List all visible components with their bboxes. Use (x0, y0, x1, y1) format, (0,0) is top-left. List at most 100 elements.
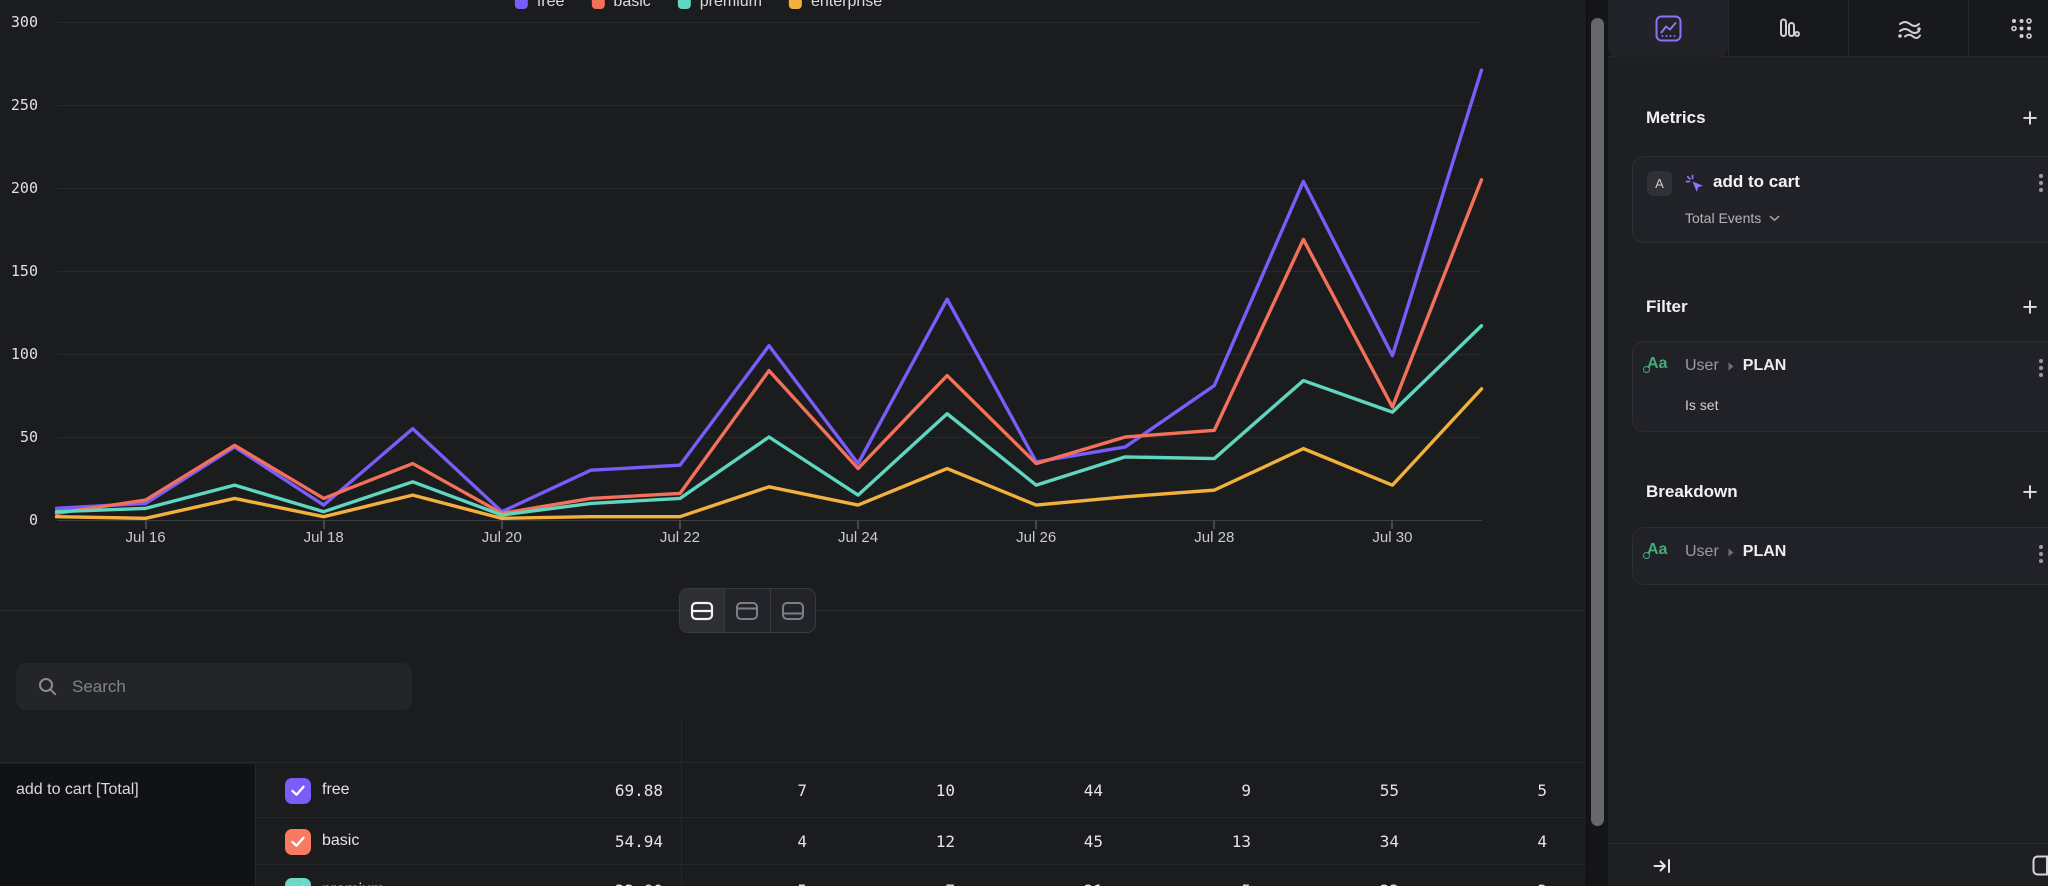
property-name: PLAN (1743, 543, 1787, 561)
gridline (57, 520, 1482, 521)
dots-grid-icon (2008, 15, 2035, 42)
layout-split-button[interactable] (680, 589, 724, 632)
cell-value: 5 (1141, 881, 1251, 886)
filter-card[interactable]: Aa User PLAN Is set (1632, 341, 2048, 432)
legend-item-premium[interactable]: premium (678, 0, 762, 11)
layout-chart-button[interactable] (724, 589, 769, 632)
search-box (16, 663, 412, 710)
legend-swatch (789, 0, 802, 9)
legend-item-free[interactable]: free (515, 0, 565, 11)
tab-stacked-chart[interactable] (1848, 0, 1968, 57)
x-axis-label: Jul 22 (640, 529, 720, 546)
y-axis-label: 0 (0, 511, 38, 529)
gridline (57, 437, 1482, 438)
cell-value: 34 (1289, 832, 1399, 851)
y-axis-label: 100 (0, 345, 38, 363)
table-header-row: Event 1 PLAN 4 Average Jul 15Jul 16Jul 1… (0, 714, 1586, 763)
x-axis-label: Jul 18 (284, 529, 364, 546)
x-axis-label: Jul 20 (462, 529, 542, 546)
breakdown-property[interactable]: User PLAN (1685, 543, 1786, 561)
event-row-cell[interactable]: add to cart [Total] (0, 764, 256, 886)
x-axis-tick (145, 520, 147, 529)
bar-chart-icon (1775, 15, 1802, 42)
panel-right-icon[interactable] (2032, 855, 2048, 876)
tab-line-chart[interactable] (1608, 0, 1728, 57)
check-icon (291, 836, 305, 848)
bottom-panel-icon (781, 601, 805, 621)
gridline (57, 105, 1482, 106)
add-metric-button[interactable]: + (2016, 103, 2044, 134)
row-checkbox[interactable] (285, 778, 311, 804)
row-checkbox[interactable] (285, 878, 311, 886)
x-axis-tick (1391, 520, 1393, 529)
x-axis-label: Jul 16 (106, 529, 186, 546)
cell-value: 10 (845, 781, 955, 800)
row-checkbox[interactable] (285, 829, 311, 855)
average-value: 33.00 (553, 881, 663, 886)
cell-value: 21 (993, 881, 1103, 886)
layout-table-button[interactable] (770, 589, 815, 632)
y-axis-label: 50 (0, 428, 38, 446)
series-line-free (57, 70, 1482, 512)
tab-more-charts[interactable] (1968, 0, 2048, 57)
property-scope: User (1685, 543, 1719, 561)
x-axis-label: Jul 30 (1352, 529, 1432, 546)
row-label: basic (322, 832, 359, 850)
main-panel: freebasicpremiumenterprise 0501001502002… (0, 0, 1586, 886)
metric-measure-dropdown[interactable]: Total Events (1685, 210, 1780, 226)
metrics-heading: Metrics (1646, 108, 1706, 128)
gridline (57, 271, 1482, 272)
filter-operator[interactable]: Is set (1685, 397, 1718, 413)
y-axis-label: 200 (0, 179, 38, 197)
legend-label: free (537, 0, 565, 11)
collapse-right-icon[interactable] (1652, 856, 1673, 876)
legend-item-enterprise[interactable]: enterprise (789, 0, 882, 11)
cell-value: 5 (1437, 781, 1547, 800)
filter-heading: Filter (1646, 297, 1688, 317)
breakdown-options-button[interactable] (2039, 542, 2043, 566)
event-click-icon (1683, 172, 1706, 195)
row-label: free (322, 781, 350, 799)
breakdown-card[interactable]: Aa User PLAN (1632, 527, 2048, 585)
row-label: premium (322, 881, 384, 886)
breakdown-heading: Breakdown (1646, 482, 1738, 502)
legend-item-basic[interactable]: basic (591, 0, 650, 11)
metric-series-badge: A (1647, 171, 1672, 196)
search-icon (38, 677, 58, 697)
column-divider (681, 718, 682, 886)
metric-card[interactable]: A add to cart Total Events (1632, 156, 2048, 243)
chart-legend: free basic premium enterprise (515, 0, 909, 11)
breadcrumb-arrow-icon (1728, 362, 1734, 371)
cell-value: 44 (993, 781, 1103, 800)
line-chart-icon (1655, 15, 1682, 42)
average-value: 54.94 (553, 832, 663, 851)
add-breakdown-button[interactable]: + (2016, 477, 2044, 508)
text-property-icon: Aa (1647, 355, 1667, 373)
top-panel-icon (735, 601, 759, 621)
cell-value: 23 (1289, 881, 1399, 886)
add-filter-button[interactable]: + (2016, 292, 2044, 323)
x-axis-label: Jul 24 (818, 529, 898, 546)
scrollbar-track[interactable] (1586, 0, 1608, 886)
x-axis-tick (1035, 520, 1037, 529)
x-axis-tick (1213, 520, 1215, 529)
event-row-label: add to cart [Total] (16, 781, 255, 799)
chart-series-canvas (0, 0, 1586, 560)
gridline (57, 188, 1482, 189)
x-axis-tick (501, 520, 503, 529)
filter-options-button[interactable] (2039, 356, 2043, 380)
search-input[interactable] (72, 677, 412, 697)
filter-property[interactable]: User PLAN (1685, 357, 1786, 375)
cell-value: 3 (1437, 881, 1547, 886)
split-view-icon (690, 601, 714, 621)
legend-swatch (678, 0, 691, 9)
average-value: 69.88 (553, 781, 663, 800)
x-axis-label: Jul 26 (996, 529, 1076, 546)
cell-value: 13 (1141, 832, 1251, 851)
scrollbar-thumb[interactable] (1591, 18, 1604, 826)
metric-event-name: add to cart (1713, 172, 1800, 192)
metric-options-button[interactable] (2039, 171, 2043, 195)
chevron-down-icon (1769, 215, 1780, 222)
tab-bar-chart[interactable] (1728, 0, 1848, 57)
legend-label: basic (613, 0, 650, 11)
